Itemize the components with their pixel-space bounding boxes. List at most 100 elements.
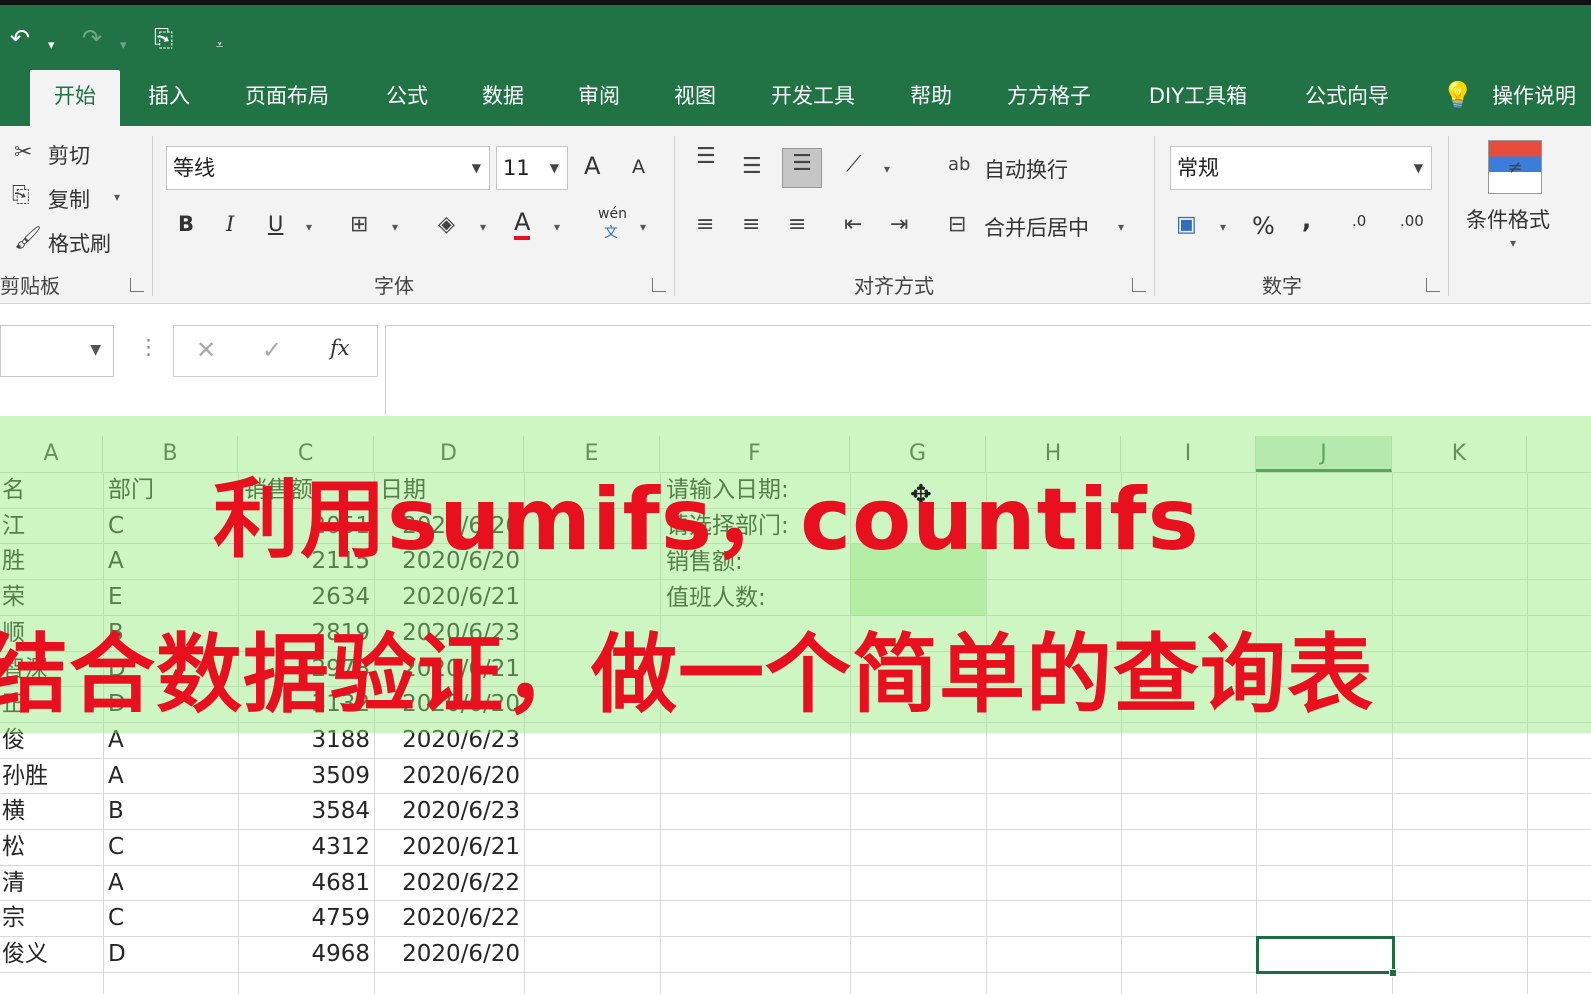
- cell-sales[interactable]: 4312: [240, 829, 374, 865]
- cell-sales[interactable]: 3584: [240, 793, 374, 829]
- tab-home[interactable]: 开始: [30, 70, 120, 126]
- comma-button[interactable]: ,: [1302, 206, 1311, 234]
- increase-decimal-button[interactable]: .0: [1352, 212, 1366, 230]
- copy-dropdown-icon[interactable]: ▾: [114, 190, 120, 204]
- accounting-dropdown-icon[interactable]: ▾: [1220, 220, 1226, 234]
- cell-dept[interactable]: E: [108, 579, 236, 615]
- font-name-select[interactable]: 等线 ▼: [166, 146, 490, 190]
- align-right-icon[interactable]: ≡: [788, 210, 806, 240]
- align-top-icon[interactable]: ☰: [696, 142, 716, 172]
- cell-date[interactable]: 2020/6/21: [374, 579, 524, 615]
- cell-dept[interactable]: B: [108, 793, 236, 829]
- bold-button[interactable]: B: [178, 212, 194, 236]
- wrap-text-button[interactable]: 自动换行: [984, 154, 1068, 184]
- align-middle-icon[interactable]: ☰: [742, 152, 762, 182]
- cell-name[interactable]: 横: [2, 793, 102, 829]
- decrease-indent-icon[interactable]: ⇤: [844, 210, 862, 240]
- undo-dropdown-icon[interactable]: ▾: [48, 31, 55, 61]
- font-launcher-icon[interactable]: [652, 278, 666, 292]
- merge-center-button[interactable]: 合并后居中: [984, 212, 1089, 242]
- lightbulb-icon[interactable]: 💡: [1440, 70, 1476, 126]
- cell-date[interactable]: 2020/6/20: [374, 758, 524, 794]
- percent-button[interactable]: %: [1252, 212, 1275, 240]
- increase-indent-icon[interactable]: ⇥: [890, 210, 908, 240]
- cell-date[interactable]: 2020/6/20: [374, 936, 524, 972]
- orientation-dropdown-icon[interactable]: ▾: [884, 162, 890, 176]
- underline-button[interactable]: U: [268, 212, 283, 236]
- column-header-k[interactable]: K: [1392, 436, 1527, 472]
- cell-date[interactable]: 2020/6/22: [374, 865, 524, 901]
- cell-name[interactable]: 荣: [2, 579, 102, 615]
- italic-button[interactable]: I: [226, 212, 234, 236]
- cut-button[interactable]: 剪切: [48, 140, 90, 170]
- align-left-icon[interactable]: ≡: [696, 210, 714, 240]
- cell-name[interactable]: 宗: [2, 900, 102, 936]
- tab-page-layout[interactable]: 页面布局: [234, 70, 340, 126]
- redo-dropdown-icon[interactable]: ▾: [120, 31, 127, 61]
- cell-sales[interactable]: 4759: [240, 900, 374, 936]
- cell-dept[interactable]: C: [108, 829, 236, 865]
- cell-name[interactable]: 俊义: [2, 936, 102, 972]
- accounting-format-icon[interactable]: ▣: [1176, 210, 1197, 240]
- tab-data[interactable]: 数据: [470, 70, 536, 126]
- align-bottom-icon[interactable]: ☰: [782, 148, 822, 188]
- cell-dept[interactable]: C: [108, 900, 236, 936]
- conditional-format-dropdown-icon[interactable]: ▾: [1510, 236, 1516, 250]
- insert-function-button[interactable]: fx: [330, 336, 350, 360]
- redo-icon[interactable]: ↷: [82, 23, 102, 53]
- borders-icon[interactable]: ⊞: [350, 210, 368, 240]
- cell-sales[interactable]: 4968: [240, 936, 374, 972]
- tell-me-search[interactable]: 操作说明: [1492, 70, 1591, 126]
- cell-name[interactable]: 松: [2, 829, 102, 865]
- cell-name[interactable]: 清: [2, 865, 102, 901]
- font-color-button[interactable]: A: [514, 208, 531, 240]
- customize-quick-access-icon[interactable]: ⩡: [216, 31, 223, 61]
- tab-review[interactable]: 审阅: [566, 70, 632, 126]
- cell-date[interactable]: 2020/6/23: [374, 793, 524, 829]
- copy-button[interactable]: 复制: [48, 184, 90, 214]
- cell-dept[interactable]: D: [108, 936, 236, 972]
- tab-insert[interactable]: 插入: [136, 70, 202, 126]
- underline-dropdown-icon[interactable]: ▾: [306, 220, 312, 234]
- cell-date[interactable]: 2020/6/22: [374, 900, 524, 936]
- grow-font-button[interactable]: A: [584, 152, 600, 180]
- phonetic-dropdown-icon[interactable]: ▾: [640, 220, 646, 234]
- cell-name[interactable]: 胜: [2, 543, 102, 579]
- cell-sales[interactable]: 3509: [240, 758, 374, 794]
- clipboard-launcher-icon[interactable]: [130, 278, 144, 292]
- decrease-decimal-button[interactable]: .00: [1400, 212, 1424, 230]
- cell-dept[interactable]: A: [108, 758, 236, 794]
- touch-mode-icon[interactable]: ⎘: [154, 23, 173, 53]
- cell-name[interactable]: 孙胜: [2, 758, 102, 794]
- tab-diy-toolbox[interactable]: DIY工具箱: [1136, 70, 1260, 126]
- tab-formulas[interactable]: 公式: [374, 70, 440, 126]
- tab-fangfang[interactable]: 方方格子: [996, 70, 1102, 126]
- tab-developer[interactable]: 开发工具: [760, 70, 866, 126]
- undo-icon[interactable]: ↶: [10, 23, 30, 53]
- shrink-font-button[interactable]: A: [632, 156, 645, 178]
- cell-sales[interactable]: 2634: [240, 579, 374, 615]
- fill-color-icon[interactable]: ◈: [438, 210, 455, 240]
- cell-sales[interactable]: 4681: [240, 865, 374, 901]
- selected-cell[interactable]: [1256, 936, 1395, 974]
- font-size-select[interactable]: 11 ▼: [496, 146, 568, 190]
- chevron-down-icon[interactable]: ▼: [90, 342, 101, 358]
- fill-color-dropdown-icon[interactable]: ▾: [480, 220, 486, 234]
- cell-date[interactable]: 2020/6/21: [374, 829, 524, 865]
- conditional-format-button[interactable]: 条件格式: [1466, 204, 1550, 234]
- column-header-a[interactable]: A: [0, 436, 103, 472]
- cell-dept[interactable]: A: [108, 865, 236, 901]
- phonetic-button[interactable]: wén: [598, 206, 627, 222]
- cell-name[interactable]: 江: [2, 508, 102, 544]
- cancel-button[interactable]: ✕: [196, 336, 216, 364]
- merge-dropdown-icon[interactable]: ▾: [1118, 220, 1124, 234]
- tab-formula-wizard[interactable]: 公式向导: [1294, 70, 1400, 126]
- borders-dropdown-icon[interactable]: ▾: [392, 220, 398, 234]
- column-header-j[interactable]: J: [1256, 436, 1392, 472]
- tab-view[interactable]: 视图: [662, 70, 728, 126]
- align-center-icon[interactable]: ≡: [742, 210, 760, 240]
- header-cell-name[interactable]: 名: [2, 472, 102, 508]
- tab-help[interactable]: 帮助: [898, 70, 964, 126]
- enter-button[interactable]: ✓: [262, 336, 282, 364]
- name-box[interactable]: ▼: [0, 325, 114, 377]
